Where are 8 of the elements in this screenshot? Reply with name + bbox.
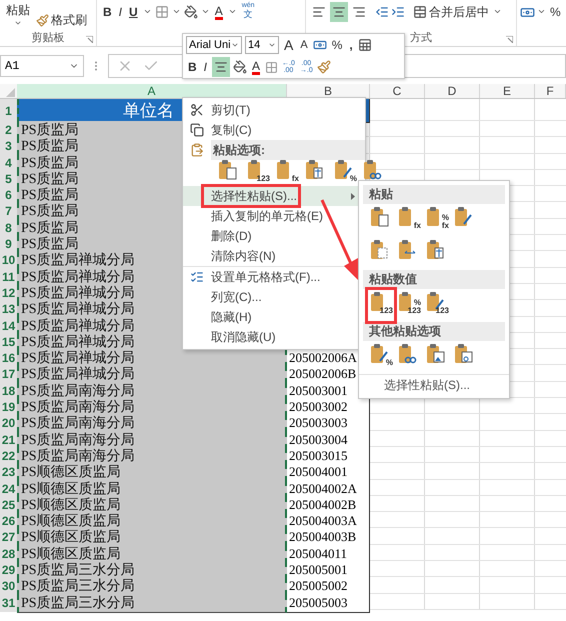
group-label: 剪贴板 <box>32 30 64 44</box>
section-header: 粘贴数值 <box>363 270 505 289</box>
table-cell: PS质监局三水分局 <box>17 594 287 613</box>
section-header: 粘贴 <box>363 185 505 204</box>
section-header: 粘贴选项: <box>211 140 365 160</box>
group-label: 方式 <box>410 30 432 44</box>
section-header: 其他粘贴选项 <box>363 322 505 341</box>
table-cell: 205005003 <box>287 594 370 613</box>
